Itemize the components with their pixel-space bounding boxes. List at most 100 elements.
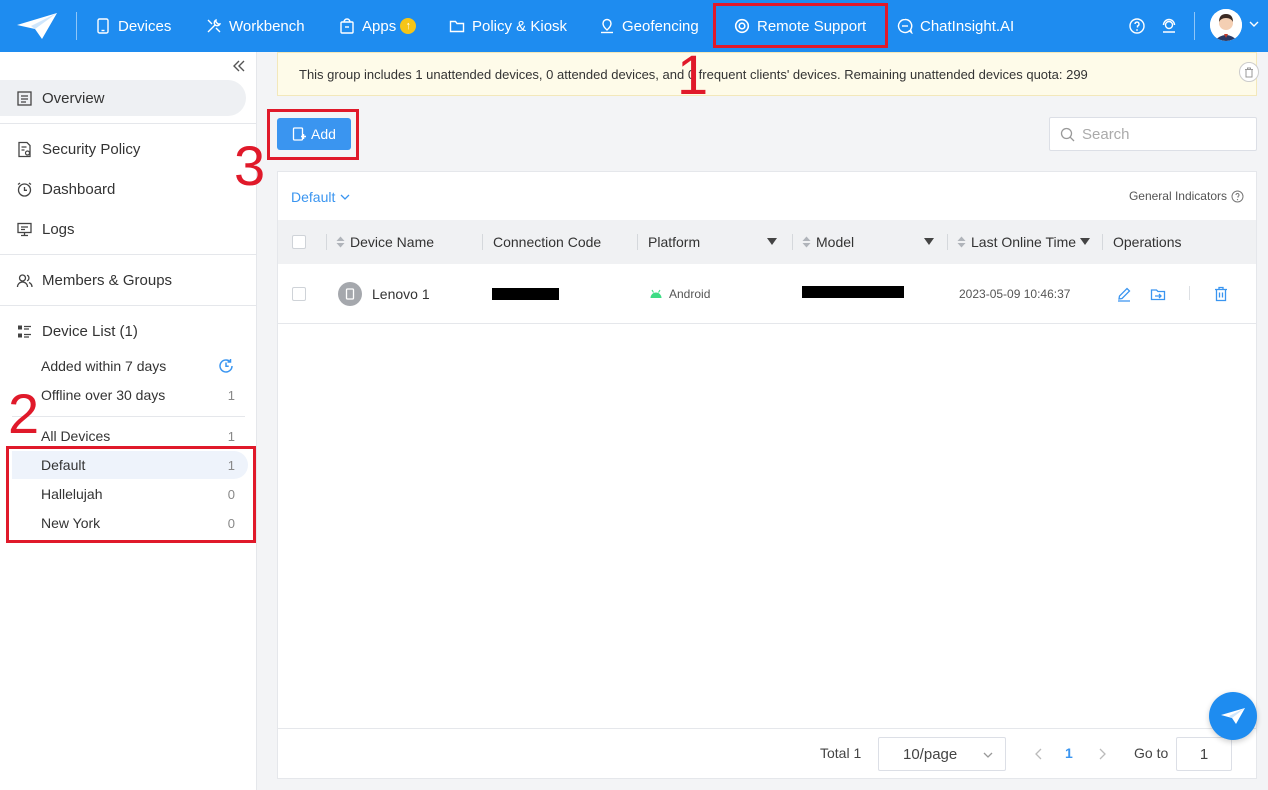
divider	[12, 416, 245, 417]
general-indicators-link[interactable]: General Indicators	[1129, 189, 1244, 203]
chevron-down-icon	[983, 752, 993, 758]
column-divider	[792, 234, 793, 250]
nav-apps[interactable]: Apps ↑	[339, 0, 417, 52]
nav-policy-kiosk[interactable]: Policy & Kiosk	[449, 0, 567, 52]
goto-page-input[interactable]: 1	[1176, 737, 1232, 771]
redacted-connection-code	[492, 288, 559, 300]
column-device-name[interactable]: Device Name	[336, 220, 434, 264]
prev-page-icon[interactable]	[1034, 748, 1043, 760]
airdroid-logo-icon[interactable]	[16, 12, 58, 40]
sidebar-item-overview[interactable]: Overview	[0, 80, 246, 116]
sidebar-item-label: Logs	[42, 220, 75, 238]
collapse-sidebar-icon[interactable]	[231, 58, 247, 74]
divider	[1194, 12, 1195, 40]
last-online-time: 2023-05-09 10:46:37	[959, 287, 1071, 301]
column-model[interactable]: Model	[802, 220, 854, 264]
edit-icon[interactable]	[1116, 286, 1132, 302]
chevron-down-icon[interactable]	[1249, 19, 1259, 29]
support-agent-icon[interactable]	[1160, 17, 1178, 35]
column-last-online-time[interactable]: Last Online Time	[957, 220, 1076, 264]
sidebar-item-members-groups[interactable]: Members & Groups	[0, 262, 172, 298]
sidebar-item-dashboard[interactable]: Dashboard	[0, 171, 115, 207]
chevron-down-icon	[340, 194, 350, 200]
clock-refresh-icon	[219, 359, 233, 373]
annotation-box-2	[6, 446, 256, 543]
annotation-box-1	[713, 3, 888, 48]
android-icon	[650, 289, 662, 298]
nav-devices[interactable]: Devices	[95, 0, 171, 52]
banner-delete-button[interactable]	[1239, 62, 1259, 82]
nav-workbench-label: Workbench	[229, 17, 305, 35]
floating-help-button[interactable]	[1209, 692, 1257, 740]
sidebar-item-label: Dashboard	[42, 180, 116, 198]
column-divider	[1102, 234, 1103, 250]
nav-chatinsight[interactable]: ChatInsight.AI	[897, 0, 1014, 52]
sidebar-item-label: Security Policy	[42, 140, 141, 158]
device-name: Lenovo 1	[372, 286, 430, 302]
divider	[0, 254, 257, 255]
nav-devices-label: Devices	[118, 17, 172, 35]
chat-ai-icon	[897, 18, 913, 34]
filter-caret-icon[interactable]	[924, 238, 934, 246]
trash-icon	[1245, 67, 1253, 77]
sort-icon	[957, 236, 966, 248]
group-selector[interactable]: Default	[291, 189, 350, 205]
help-icon[interactable]	[1128, 17, 1146, 35]
page-number-current[interactable]: 1	[1065, 745, 1073, 761]
general-indicators-label: General Indicators	[1128, 189, 1227, 203]
table-header: Device Name Connection Code Platform Mod…	[278, 220, 1256, 264]
device-name-cell[interactable]: Lenovo 1	[338, 264, 430, 324]
app-bag-icon	[340, 18, 354, 34]
list-doc-icon	[17, 90, 32, 106]
page-size-select[interactable]: 10/page	[878, 737, 1006, 771]
platform-cell: Android	[649, 264, 710, 324]
group-selector-label: Default	[291, 189, 336, 205]
row-checkbox[interactable]	[292, 287, 306, 301]
filter-caret-icon[interactable]	[1080, 238, 1090, 246]
help-circle-icon	[1231, 190, 1244, 202]
logs-monitor-icon	[17, 222, 32, 236]
filter-offline-over-30-days[interactable]: Offline over 30 days 1	[41, 381, 235, 409]
alarm-clock-icon	[17, 181, 32, 197]
sidebar-item-security-policy[interactable]: Security Policy	[0, 131, 140, 167]
table-row[interactable]: Lenovo 1 Android 2023-05-09 10:46:37	[278, 264, 1256, 324]
avatar-icon	[1210, 9, 1242, 41]
group-label: All Devices	[41, 428, 111, 444]
tools-icon	[207, 18, 222, 33]
device-avatar	[338, 282, 362, 306]
filter-count: 1	[227, 387, 235, 403]
pagination: Total 1 10/page 1 Go to 1	[278, 728, 1256, 778]
move-folder-icon[interactable]	[1150, 286, 1166, 302]
grid-list-icon	[18, 325, 31, 338]
filter-caret-icon[interactable]	[767, 238, 777, 246]
select-all-checkbox[interactable]	[292, 235, 306, 249]
column-divider	[482, 234, 483, 250]
trash-icon[interactable]	[1213, 286, 1229, 302]
column-label: Platform	[648, 234, 701, 250]
column-divider	[947, 234, 948, 250]
sidebar-item-label: Device List (1)	[42, 322, 138, 340]
column-label: Operations	[1113, 234, 1182, 250]
filter-added-within-7-days[interactable]: Added within 7 days	[41, 352, 235, 380]
map-pin-icon	[601, 18, 613, 34]
search-icon	[1060, 127, 1075, 141]
sidebar-item-logs[interactable]: Logs	[0, 211, 75, 247]
device-table-panel: Default General Indicators Device Name C…	[277, 171, 1257, 779]
goto-page-value: 1	[1199, 745, 1209, 763]
annotation-number-2: 2	[8, 382, 40, 445]
column-platform: Platform	[648, 220, 700, 264]
user-avatar[interactable]	[1210, 9, 1242, 41]
goto-label: Go to	[1134, 745, 1169, 761]
group-count: 1	[227, 428, 235, 444]
search-input[interactable]: Search	[1049, 117, 1257, 151]
column-divider	[637, 234, 638, 250]
sort-icon	[802, 236, 811, 248]
next-page-icon[interactable]	[1098, 748, 1107, 760]
sort-icon	[336, 236, 345, 248]
paper-plane-icon	[1221, 708, 1245, 724]
sidebar-item-device-list[interactable]: Device List (1)	[0, 313, 138, 349]
column-operations: Operations	[1113, 220, 1181, 264]
nav-workbench[interactable]: Workbench	[206, 0, 305, 52]
last-online-cell: 2023-05-09 10:46:37	[959, 264, 1070, 324]
annotation-number-3: 3	[234, 134, 266, 197]
